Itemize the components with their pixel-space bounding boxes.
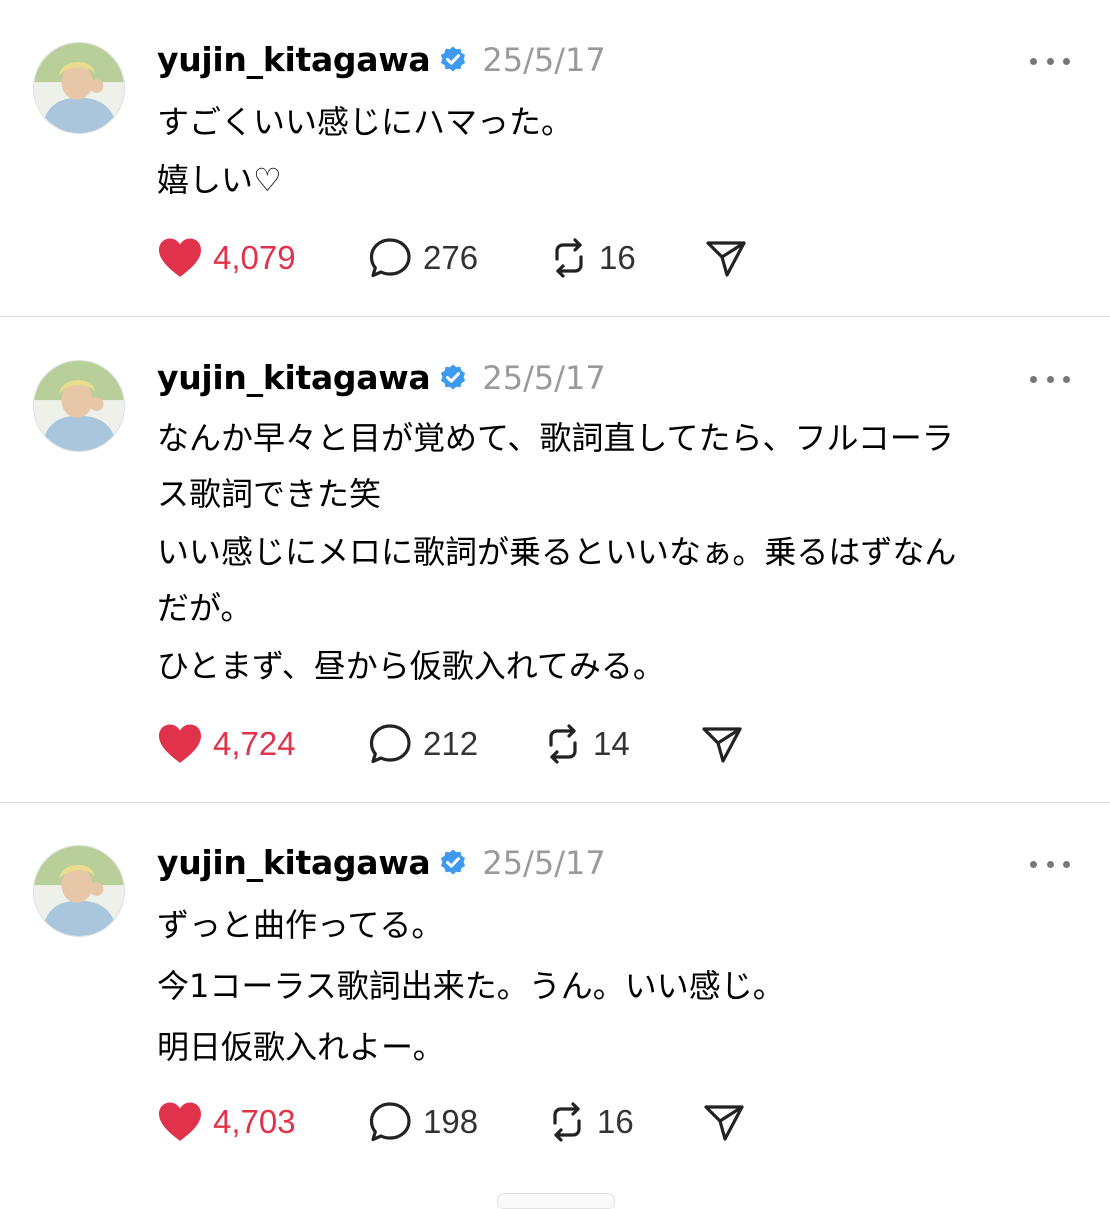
post-date: 25/5/17	[482, 844, 606, 882]
repost-count: 16	[599, 239, 636, 276]
more-dots-icon[interactable]	[1030, 54, 1070, 68]
share-button[interactable]	[705, 235, 747, 281]
post-header: yujin_kitagawa 25/5/17	[157, 356, 606, 400]
reply-count: 276	[423, 239, 479, 276]
repost-button[interactable]: 14	[543, 721, 630, 767]
repost-arrows-icon	[549, 724, 577, 764]
like-button[interactable]: 4,724	[157, 721, 296, 767]
reply-button[interactable]: 212	[369, 721, 478, 767]
avatar[interactable]	[33, 42, 125, 134]
reply-count: 198	[423, 1103, 479, 1140]
like-count: 4,079	[213, 239, 296, 276]
reply-count: 212	[423, 725, 479, 762]
more-dots-icon[interactable]	[1030, 857, 1070, 871]
post-text-line: 嬉しい♡	[157, 161, 282, 199]
share-button[interactable]	[703, 1099, 745, 1145]
post-text-line: すごくいい感じにハマった。	[157, 103, 574, 141]
post-actions: 4,703 198 16	[157, 1099, 857, 1145]
like-count: 4,703	[213, 1103, 296, 1140]
post-text-line: 今1コーラス歌詞出来た。うん。いい感じ。	[157, 967, 785, 1005]
reply-button[interactable]: 276	[369, 235, 478, 281]
avatar[interactable]	[33, 845, 125, 937]
repost-button[interactable]: 16	[547, 1099, 634, 1145]
heart-icon	[159, 724, 201, 763]
speech-bubble-icon	[369, 724, 411, 764]
post-text-line: なんか早々と目が覚めて、歌詞直してたら、フルコーラ	[157, 419, 954, 457]
post-text-line: ひとまず、昼から仮歌入れてみる。	[157, 647, 665, 685]
post-header: yujin_kitagawa 25/5/17	[157, 841, 606, 885]
like-button[interactable]: 4,079	[157, 235, 296, 281]
more-dots-icon[interactable]	[1030, 372, 1070, 386]
verified-badge-icon	[438, 363, 468, 393]
avatar-photo	[34, 846, 124, 936]
verified-badge-icon	[438, 45, 468, 75]
speech-bubble-icon	[369, 238, 411, 278]
avatar[interactable]	[33, 360, 125, 452]
paper-plane-icon	[706, 241, 746, 277]
speech-bubble-icon	[369, 1102, 411, 1142]
heart-icon	[159, 238, 201, 277]
post-header: yujin_kitagawa 25/5/17	[157, 38, 606, 82]
share-button[interactable]	[701, 721, 743, 767]
post-actions: 4,724 212 14	[157, 721, 857, 767]
verified-badge-icon	[438, 848, 468, 878]
heart-icon	[159, 1102, 201, 1141]
username[interactable]: yujin_kitagawa	[157, 356, 431, 400]
post-actions: 4,079 276 16	[157, 235, 857, 281]
repost-count: 16	[597, 1103, 634, 1140]
paper-plane-icon	[704, 1105, 744, 1141]
bottom-tab-edge	[497, 1193, 615, 1209]
like-count: 4,724	[213, 725, 296, 762]
post-text-line: いい感じにメロに歌詞が乗るといいなぁ。乗るはずなん	[157, 533, 957, 571]
paper-plane-icon	[702, 727, 742, 763]
post-text-line: 明日仮歌入れよー。	[157, 1028, 445, 1066]
repost-button[interactable]: 16	[549, 235, 636, 281]
repost-count: 14	[593, 725, 630, 762]
post-divider	[0, 802, 1110, 803]
post-text-line: ス歌詞できた笑	[157, 475, 382, 513]
post-divider	[0, 316, 1110, 317]
reply-button[interactable]: 198	[369, 1099, 478, 1145]
avatar-photo	[34, 43, 124, 133]
post-text-line: ずっと曲作ってる。	[157, 906, 444, 944]
like-button[interactable]: 4,703	[157, 1099, 296, 1145]
repost-arrows-icon	[555, 238, 583, 278]
post-date: 25/5/17	[482, 41, 606, 79]
repost-arrows-icon	[553, 1102, 581, 1142]
post-date: 25/5/17	[482, 359, 606, 397]
username[interactable]: yujin_kitagawa	[157, 841, 431, 885]
post-text-line: だが。	[157, 589, 253, 627]
username[interactable]: yujin_kitagawa	[157, 38, 431, 82]
avatar-photo	[34, 361, 124, 451]
